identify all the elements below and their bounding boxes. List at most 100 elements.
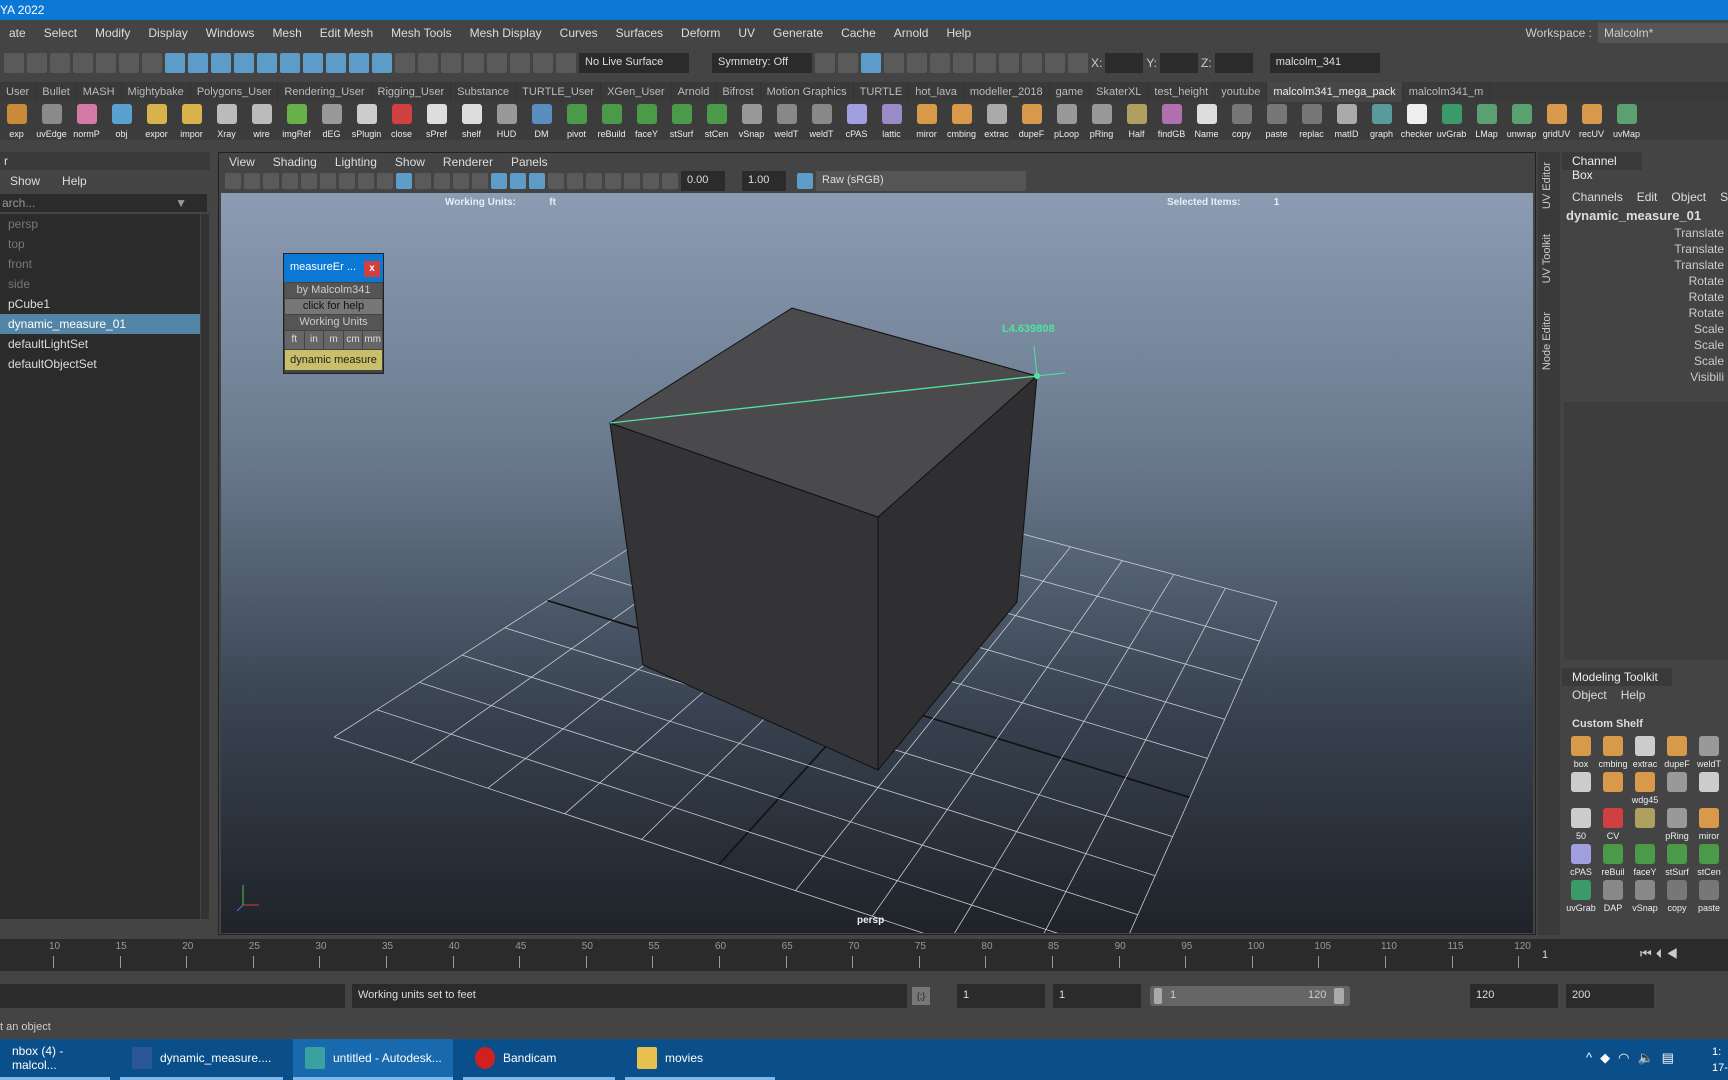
viewport[interactable]: Working Units: ft Selected Items: 1 pers… (221, 193, 1533, 933)
menu-edit-mesh[interactable]: Edit Mesh (320, 26, 373, 40)
live-icon[interactable] (556, 53, 576, 73)
shelf-button-imgref[interactable]: imgRef (280, 102, 313, 140)
close-button[interactable]: x (364, 261, 380, 277)
z-field[interactable] (1214, 53, 1253, 73)
shelf-button-ploop[interactable]: pLoop (1050, 102, 1083, 140)
panel-tool-icon[interactable] (339, 173, 355, 189)
shelf-button-lmap[interactable]: LMap (1470, 102, 1503, 140)
shelf-tab-modeller_2018[interactable]: modeller_2018 (964, 82, 1050, 102)
help-button[interactable]: click for help (285, 299, 382, 314)
shelf-button-spref[interactable]: sPref (420, 102, 453, 140)
menu-arnold[interactable]: Arnold (894, 26, 929, 40)
panel-tool-icon[interactable] (567, 173, 583, 189)
custom-shelf-button[interactable]: uvGrab (1566, 878, 1596, 914)
playback-controls[interactable]: ⏮⏴◀ (1640, 946, 1682, 962)
unit-button-ft[interactable]: ft (285, 331, 304, 349)
channel-attr[interactable]: Scale (1562, 337, 1728, 353)
render-frame-icon[interactable] (884, 53, 904, 73)
ipr-icon[interactable] (930, 53, 950, 73)
shelf-tab-game[interactable]: game (1050, 82, 1091, 102)
shelf-tab-bifrost[interactable]: Bifrost (716, 82, 761, 102)
menu-ate[interactable]: ate (9, 26, 26, 40)
outliner-item[interactable]: dynamic_measure_01 (0, 314, 200, 334)
panel-tool-icon[interactable] (415, 173, 431, 189)
custom-shelf-button[interactable]: paste (1694, 878, 1724, 914)
outliner-item[interactable]: defaultObjectSet (0, 354, 200, 374)
gamma-field[interactable]: 1.00 (742, 171, 786, 191)
taskbar-item[interactable]: movies (625, 1039, 775, 1080)
panel-tool-icon[interactable] (624, 173, 640, 189)
panel-tool-icon[interactable] (472, 173, 488, 189)
shelf-tab-test_height[interactable]: test_height (1148, 82, 1216, 102)
shelf-tab-malcolm341_m[interactable]: malcolm341_m (1403, 82, 1491, 102)
channel-menu-edit[interactable]: Edit (1637, 190, 1658, 204)
go-to-start-icon[interactable]: ⏮ (1640, 946, 1656, 961)
menu-uv[interactable]: UV (738, 26, 755, 40)
shelf-tab-substance[interactable]: Substance (451, 82, 517, 102)
shelf-button-extrac[interactable]: extrac (980, 102, 1013, 140)
clock[interactable]: 1: 17- (1712, 1044, 1728, 1076)
channel-attr[interactable]: Rotate (1562, 289, 1728, 305)
panel-tool-icon[interactable] (605, 173, 621, 189)
panel-tool-icon[interactable] (510, 173, 526, 189)
custom-shelf-button[interactable]: extrac (1630, 734, 1660, 770)
custom-shelf-button[interactable]: DAP (1598, 878, 1628, 914)
taskbar-item[interactable]: dynamic_measure.... (120, 1039, 283, 1080)
end-time-field[interactable]: 200 (1566, 984, 1654, 1008)
panel-tool-icon[interactable] (586, 173, 602, 189)
tab-uv-toolkit[interactable]: UV Toolkit (1541, 234, 1553, 283)
shelf-button-uvedge[interactable]: uvEdge (35, 102, 68, 140)
shelf-button-cpas[interactable]: cPAS (840, 102, 873, 140)
shelf-tab-bullet[interactable]: Bullet (36, 82, 77, 102)
channel-attr[interactable]: Rotate (1562, 305, 1728, 321)
poly-icon[interactable] (533, 53, 553, 73)
custom-shelf-button[interactable] (1598, 770, 1628, 806)
curve-icon[interactable] (487, 53, 507, 73)
panel-tool-icon[interactable] (263, 173, 279, 189)
shelf-button-normp[interactable]: normP (70, 102, 103, 140)
panel-tool-icon[interactable] (662, 173, 678, 189)
workspace-selector[interactable]: Workspace : Malcolm* (1526, 20, 1728, 45)
custom-shelf-button[interactable]: vSnap (1630, 878, 1660, 914)
chevron-down-icon[interactable]: ▼ (175, 196, 187, 210)
shelf-button-pring[interactable]: pRing (1085, 102, 1118, 140)
custom-shelf-button[interactable]: 50 (1566, 806, 1596, 842)
step-back-icon[interactable]: ⏴ (1656, 946, 1667, 961)
custom-shelf-button[interactable]: box (1566, 734, 1596, 770)
shelf-button-lattic[interactable]: lattic (875, 102, 908, 140)
taskbar-item[interactable]: untitled - Autodesk... (293, 1039, 453, 1080)
outliner-menu-help[interactable]: Help (62, 174, 87, 188)
shelf-tab-user[interactable]: User (0, 82, 37, 102)
script-editor-icon[interactable]: {;} (912, 987, 930, 1005)
panel-menu-view[interactable]: View (229, 155, 255, 169)
shelf-button-hud[interactable]: HUD (490, 102, 523, 140)
time-slider[interactable]: 10 15 20 25 30 35 40 45 50 55 60 65 70 75 80 85 90 95 100 1… (0, 939, 1728, 971)
shelf-tab-rendering_user[interactable]: Rendering_User (278, 82, 372, 102)
panel-tool-icon[interactable] (225, 173, 241, 189)
dynamic-measure-button[interactable]: dynamic measure (285, 350, 382, 370)
pause-icon[interactable] (1045, 53, 1065, 73)
snap-view-plane-icon[interactable] (303, 53, 323, 73)
snap-grid-icon[interactable] (211, 53, 231, 73)
menu-cache[interactable]: Cache (841, 26, 876, 40)
x-field[interactable] (1105, 53, 1144, 73)
volume-icon[interactable]: 🔈 (1637, 1050, 1661, 1065)
surface-icon[interactable] (510, 53, 530, 73)
custom-shelf-button[interactable]: faceY (1630, 842, 1660, 878)
custom-shelf-button[interactable]: stCen (1694, 842, 1724, 878)
custom-shelf-button[interactable]: stSurf (1662, 842, 1692, 878)
panel-tool-icon[interactable] (643, 173, 659, 189)
shelf-button-pivot[interactable]: pivot (560, 102, 593, 140)
menu-mesh-display[interactable]: Mesh Display (470, 26, 542, 40)
shelf-button-name[interactable]: Name (1190, 102, 1223, 140)
outliner-search-input[interactable]: arch... ▼ (0, 194, 207, 212)
input-output-icon[interactable] (815, 53, 835, 73)
save-scene-icon[interactable] (73, 53, 93, 73)
shelf-button-miror[interactable]: miror (910, 102, 943, 140)
shelf-button-copy[interactable]: copy (1225, 102, 1258, 140)
anim-start-field[interactable]: 1 (1053, 984, 1141, 1008)
diamond-icon[interactable]: ◆ (1600, 1050, 1618, 1065)
shelf-button-findgb[interactable]: findGB (1155, 102, 1188, 140)
command-line[interactable] (0, 984, 345, 1008)
new-scene-icon[interactable] (27, 53, 47, 73)
